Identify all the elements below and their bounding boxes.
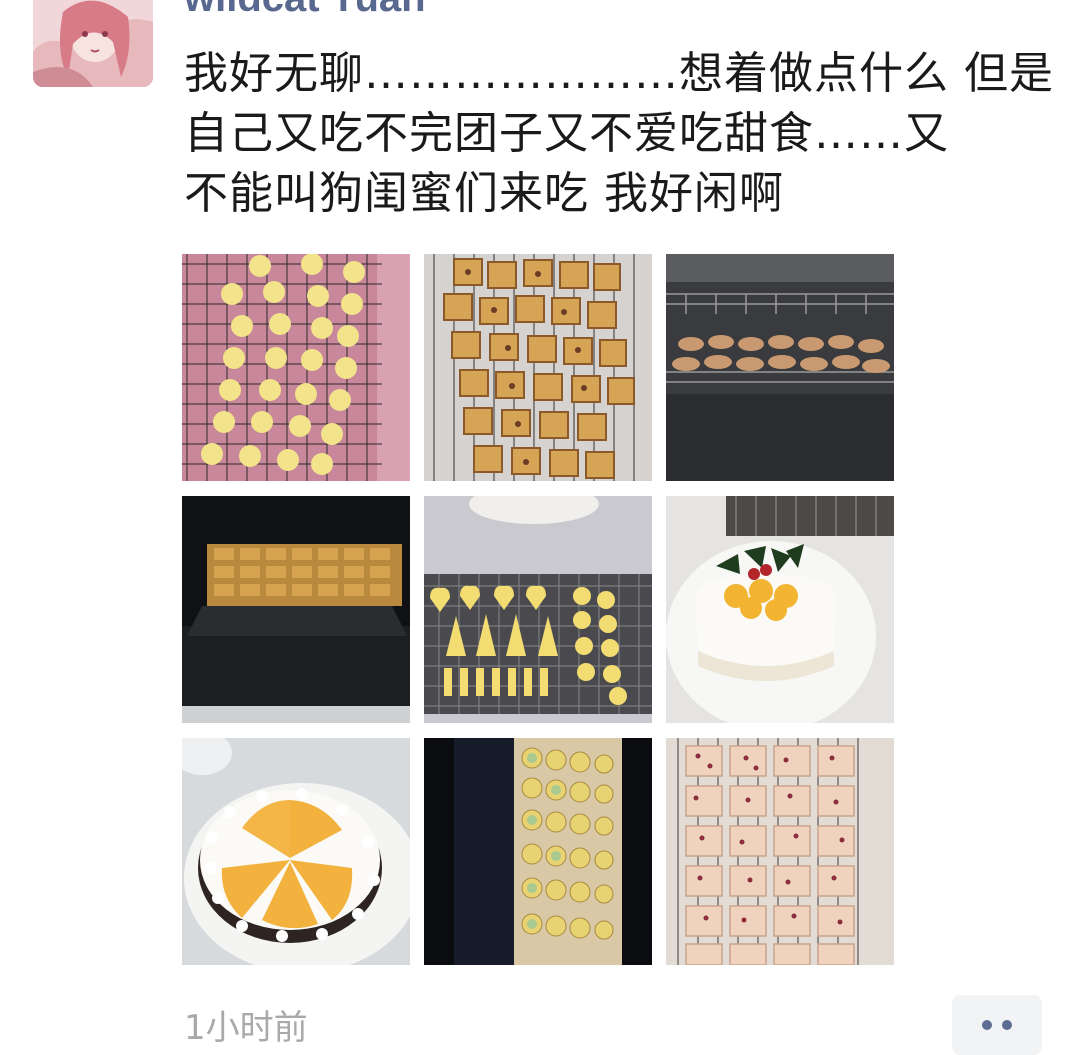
more-dots-icon: [1002, 1020, 1012, 1030]
username[interactable]: wildcat Yuan: [184, 0, 426, 18]
photo-cranberry-cookies[interactable]: [666, 738, 894, 965]
anime-girl-avatar-icon: [33, 0, 153, 87]
more-button[interactable]: [952, 995, 1042, 1055]
timestamp: 1小时前: [184, 1008, 308, 1048]
post-text-line: 不能叫狗闺蜜们来吃 我好闲啊: [184, 168, 784, 219]
photo-mango-cake[interactable]: [182, 738, 410, 965]
more-dots-icon: [982, 1020, 992, 1030]
photo-grid: [182, 254, 894, 965]
photo-mini-cream-cake[interactable]: [666, 496, 894, 723]
photo-tray-in-oven[interactable]: [182, 496, 410, 723]
avatar[interactable]: [33, 0, 153, 87]
photo-flower-cookies[interactable]: [182, 254, 410, 481]
photo-green-tea-cookies[interactable]: [424, 738, 652, 965]
post-text-line: 自己又吃不完团子又不爱吃甜食……又: [184, 108, 949, 159]
post-text-line: 我好无聊…………………想着做点什么 但是: [184, 48, 1054, 99]
post-text: 我好无聊…………………想着做点什么 但是 自己又吃不完团子又不爱吃甜食……又 不…: [184, 44, 1054, 224]
photo-cookies-in-oven[interactable]: [666, 254, 894, 481]
photo-shaped-cookies[interactable]: [424, 496, 652, 723]
photo-cranberry-squares[interactable]: [424, 254, 652, 481]
